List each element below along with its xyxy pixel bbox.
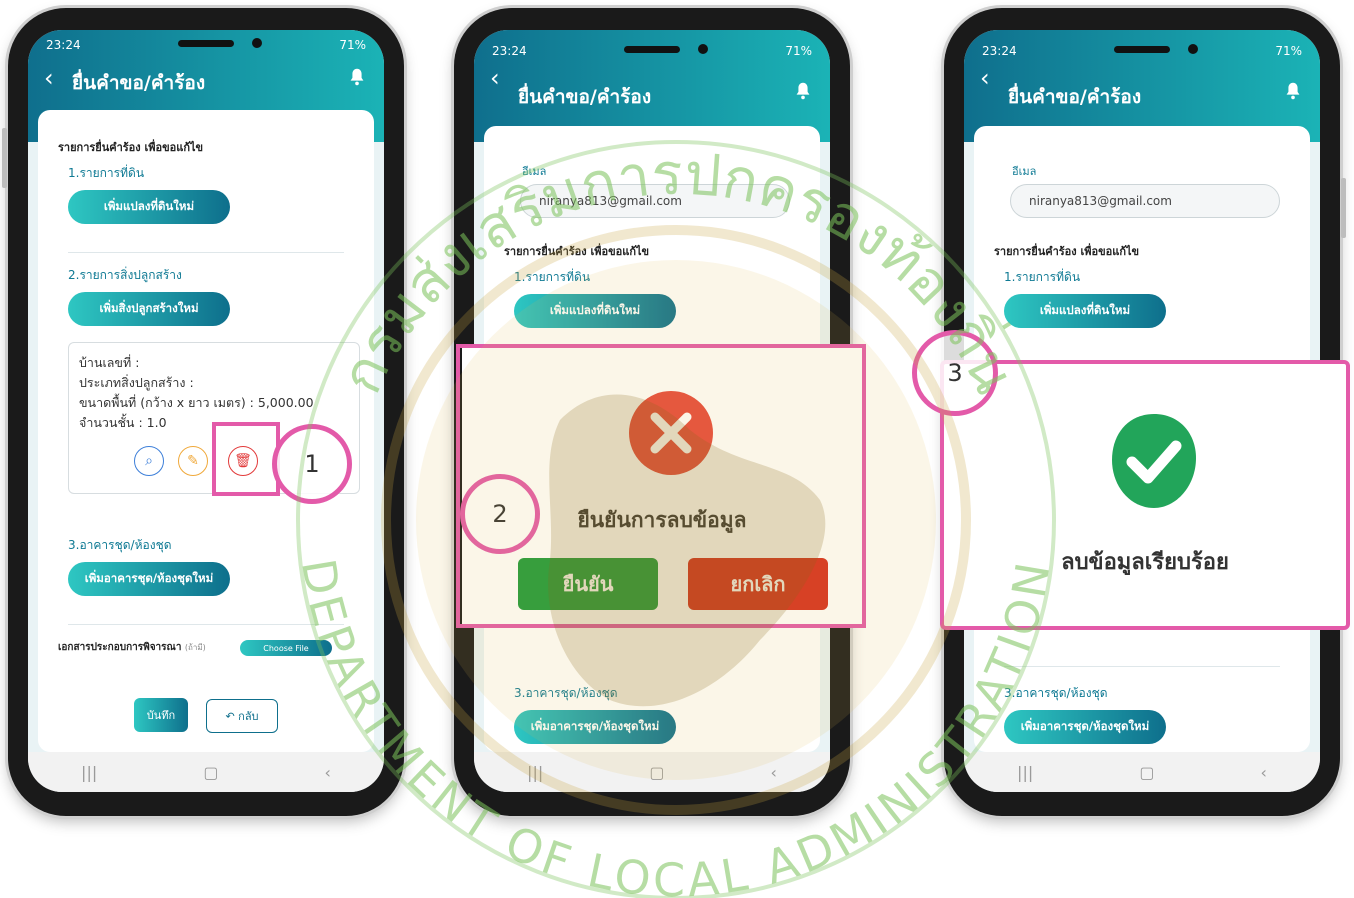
view-search-icon[interactable]: ⌕ bbox=[134, 446, 164, 476]
status-bar: 23:24 71% bbox=[964, 36, 1320, 66]
land-section-label: 1.รายการที่ดิน bbox=[514, 270, 591, 284]
status-time: 23:24 bbox=[46, 38, 81, 52]
page-title: ยื่นคำขอ/คำร้อง bbox=[1008, 86, 1142, 108]
camera-icon bbox=[252, 38, 262, 48]
highlight-success-dialog bbox=[940, 360, 1350, 630]
speaker-notch bbox=[178, 40, 234, 47]
status-battery: 71% bbox=[339, 38, 366, 52]
android-navbar: ||| ▢ ‹ bbox=[474, 752, 830, 792]
back-button[interactable]: ↶ กลับ bbox=[206, 699, 278, 733]
step-2-marker: 2 bbox=[460, 474, 540, 554]
phone-screen: ‹ ยื่นคำขอ/คำร้อง 23:24 71% รายการยื่นคำ… bbox=[28, 30, 384, 792]
page-title: ยื่นคำขอ/คำร้อง bbox=[72, 72, 206, 94]
highlight-delete-icon bbox=[212, 422, 280, 496]
section-title: รายการยื่นคำร้อง เพื่อขอแก้ไข bbox=[504, 245, 650, 258]
condo-section-label: 3.อาคารชุด/ห้องชุด bbox=[68, 538, 172, 552]
bell-icon[interactable] bbox=[346, 66, 368, 88]
recent-apps-icon[interactable]: ||| bbox=[1017, 763, 1033, 782]
divider bbox=[68, 252, 344, 253]
recent-apps-icon[interactable]: ||| bbox=[81, 763, 97, 782]
back-icon[interactable]: ‹ bbox=[1261, 763, 1267, 782]
email-field[interactable]: niranya813@gmail.com bbox=[520, 184, 790, 218]
add-land-button[interactable]: เพิ่มแปลงที่ดินใหม่ bbox=[514, 294, 676, 328]
android-navbar: ||| ▢ ‹ bbox=[964, 752, 1320, 792]
documents-label-text: เอกสารประกอบการพิจารณา bbox=[58, 642, 182, 653]
building-type-text: ประเภทสิ่งปลูกสร้าง : bbox=[79, 375, 194, 390]
home-icon[interactable]: ▢ bbox=[649, 763, 664, 782]
step-3-marker: 3 bbox=[912, 330, 998, 416]
email-label: อีเมล bbox=[1012, 165, 1037, 178]
save-button[interactable]: บันทึก bbox=[134, 698, 188, 732]
status-battery: 71% bbox=[1275, 44, 1302, 58]
edit-icon[interactable]: ✎ bbox=[178, 446, 208, 476]
page-title: ยื่นคำขอ/คำร้อง bbox=[518, 86, 652, 108]
section-title: รายการยื่นคำร้อง เพื่อขอแก้ไข bbox=[58, 141, 204, 154]
area-text: ขนาดพื้นที่ (กว้าง x ยาว เมตร) : 5,000.0… bbox=[79, 395, 314, 410]
home-icon[interactable]: ▢ bbox=[203, 763, 218, 782]
power-button bbox=[1341, 178, 1346, 238]
back-icon[interactable]: ‹ bbox=[771, 763, 777, 782]
add-condo-button[interactable]: เพิ่มอาคารชุด/ห้องชุดใหม่ bbox=[68, 562, 230, 596]
bell-icon[interactable] bbox=[792, 80, 814, 102]
add-condo-button[interactable]: เพิ่มอาคารชุด/ห้องชุดใหม่ bbox=[514, 710, 676, 744]
home-icon[interactable]: ▢ bbox=[1139, 763, 1154, 782]
documents-label: เอกสารประกอบการพิจารณา (ถ้ามี) bbox=[58, 640, 206, 655]
back-button-label: กลับ bbox=[238, 710, 259, 723]
bell-icon[interactable] bbox=[1282, 80, 1304, 102]
status-battery: 71% bbox=[785, 44, 812, 58]
condo-section-label: 3.อาคารชุด/ห้องชุด bbox=[514, 686, 618, 700]
status-bar: 23:24 71% bbox=[28, 30, 384, 60]
building-section-label: 2.รายการสิ่งปลูกสร้าง bbox=[68, 268, 182, 282]
back-arrow-icon[interactable]: ‹ bbox=[980, 64, 990, 92]
recent-apps-icon[interactable]: ||| bbox=[527, 763, 543, 782]
status-bar: 23:24 71% bbox=[474, 36, 830, 66]
status-time: 23:24 bbox=[492, 44, 527, 58]
condo-section-label: 3.อาคารชุด/ห้องชุด bbox=[1004, 686, 1108, 700]
android-navbar: ||| ▢ ‹ bbox=[28, 752, 384, 792]
land-section-label: 1.รายการที่ดิน bbox=[68, 166, 145, 180]
land-section-label: 1.รายการที่ดิน bbox=[1004, 270, 1081, 284]
optional-note: (ถ้ามี) bbox=[184, 643, 206, 652]
volume-button bbox=[2, 128, 7, 188]
camera-icon bbox=[698, 44, 708, 54]
add-land-button[interactable]: เพิ่มแปลงที่ดินใหม่ bbox=[1004, 294, 1166, 328]
camera-icon bbox=[1188, 44, 1198, 54]
speaker-notch bbox=[624, 46, 680, 53]
status-time: 23:24 bbox=[982, 44, 1017, 58]
email-field[interactable]: niranya813@gmail.com bbox=[1010, 184, 1280, 218]
back-arrow-icon[interactable]: ‹ bbox=[490, 64, 500, 92]
add-building-button[interactable]: เพิ่มสิ่งปลูกสร้างใหม่ bbox=[68, 292, 230, 326]
add-land-button[interactable]: เพิ่มแปลงที่ดินใหม่ bbox=[68, 190, 230, 224]
phone-step-1: ‹ ยื่นคำขอ/คำร้อง 23:24 71% รายการยื่นคำ… bbox=[2, 8, 404, 816]
section-title: รายการยื่นคำร้อง เพื่อขอแก้ไข bbox=[994, 245, 1140, 258]
add-condo-button[interactable]: เพิ่มอาคารชุด/ห้องชุดใหม่ bbox=[1004, 710, 1166, 744]
divider bbox=[68, 624, 344, 625]
email-label: อีเมล bbox=[522, 165, 547, 178]
step-1-marker: 1 bbox=[272, 424, 352, 504]
choose-file-button[interactable]: Choose File bbox=[240, 640, 332, 656]
divider bbox=[1004, 666, 1280, 667]
back-arrow-icon[interactable]: ‹ bbox=[44, 64, 54, 92]
house-number-text: บ้านเลขที่ : bbox=[79, 355, 140, 370]
back-icon[interactable]: ‹ bbox=[325, 763, 331, 782]
speaker-notch bbox=[1114, 46, 1170, 53]
